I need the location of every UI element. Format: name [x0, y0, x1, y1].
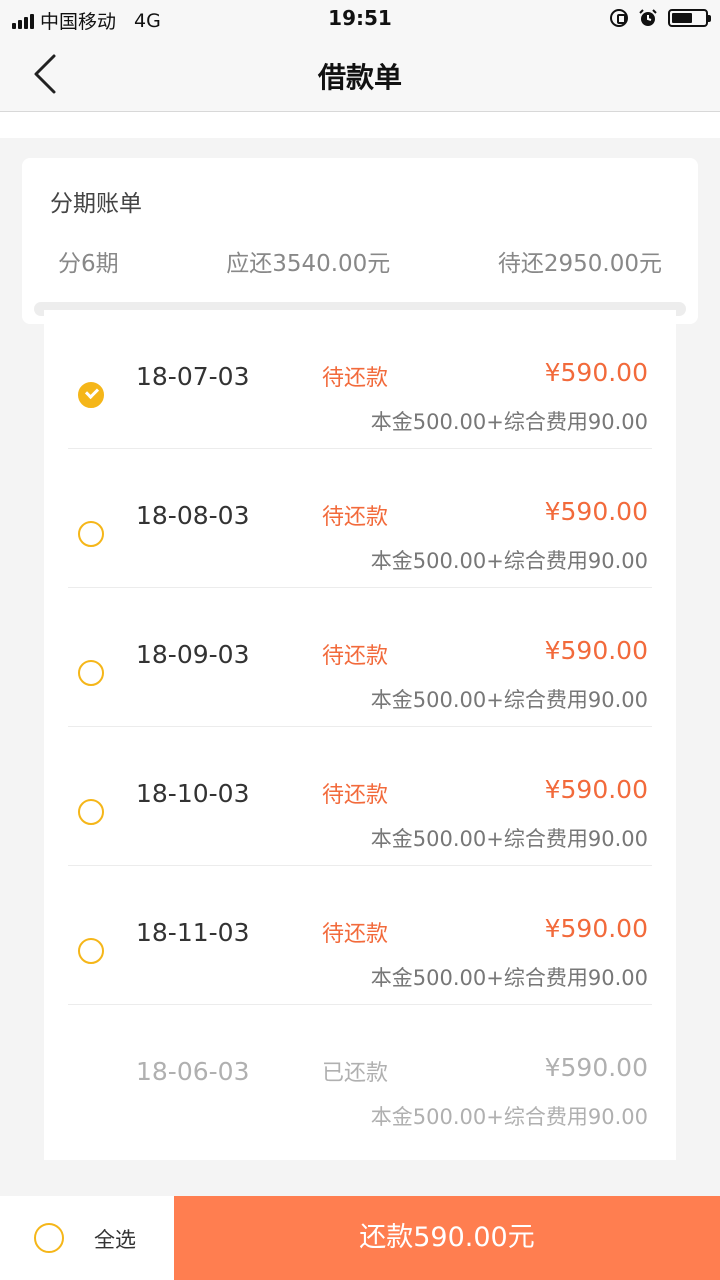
rotation-lock-icon [610, 9, 628, 27]
nav-bar: 借款单 [0, 38, 720, 112]
bill-status: 已还款 [322, 1061, 389, 1086]
bill-date: 18-09-03 [136, 640, 250, 669]
bill-detail: 本金500.00+综合费用90.00 [370, 410, 648, 434]
bill-amount: ¥590.00 [544, 636, 648, 665]
radio-icon[interactable] [78, 799, 104, 825]
remaining-due: 待还2950.00元 [497, 251, 662, 277]
summary-title: 分期账单 [50, 191, 142, 217]
bill-amount: ¥590.00 [544, 1053, 648, 1082]
bill-amount: ¥590.00 [544, 358, 648, 387]
total-due: 应还3540.00元 [226, 251, 391, 277]
pay-button[interactable]: 还款590.00元 [174, 1196, 720, 1280]
select-all-toggle[interactable]: 全选 [0, 1196, 174, 1280]
bill-status: 待还款 [322, 922, 389, 947]
bill-status: 待还款 [322, 783, 389, 808]
battery-icon [668, 9, 711, 27]
bill-amount: ¥590.00 [544, 775, 648, 804]
bill-status: 待还款 [322, 505, 389, 530]
summary-row: 分6期 应还3540.00元 待还2950.00元 [58, 244, 662, 278]
bill-status: 待还款 [322, 366, 389, 391]
radio-icon[interactable] [34, 1223, 64, 1253]
bill-date: 18-10-03 [136, 779, 250, 808]
status-bar: 中国移动 4G 19:51 [0, 0, 720, 38]
bottom-bar: 全选 还款590.00元 [0, 1196, 720, 1280]
bill-detail: 本金500.00+综合费用90.00 [370, 1105, 648, 1129]
select-all-label: 全选 [94, 1228, 136, 1252]
bill-amount: ¥590.00 [544, 914, 648, 943]
bill-item[interactable]: 18-07-03 待还款 ¥590.00 本金500.00+综合费用90.00 [44, 310, 676, 449]
bill-date: 18-07-03 [136, 362, 250, 391]
alarm-icon [639, 9, 657, 26]
bill-detail: 本金500.00+综合费用90.00 [370, 688, 648, 712]
installment-summary-card: 分期账单 分6期 应还3540.00元 待还2950.00元 [22, 158, 698, 324]
period-count: 分6期 [58, 251, 119, 277]
page-title: 借款单 [317, 61, 402, 94]
bill-item[interactable]: 18-08-03 待还款 ¥590.00 本金500.00+综合费用90.00 [44, 449, 676, 588]
radio-icon[interactable] [78, 660, 104, 686]
bill-date: 18-06-03 [136, 1057, 250, 1086]
status-right [610, 8, 711, 28]
bill-detail: 本金500.00+综合费用90.00 [370, 549, 648, 573]
bill-date: 18-08-03 [136, 501, 250, 530]
radio-icon[interactable] [78, 938, 104, 964]
header-gap [0, 112, 720, 138]
bill-status: 待还款 [322, 644, 389, 669]
bill-item[interactable]: 18-10-03 待还款 ¥590.00 本金500.00+综合费用90.00 [44, 727, 676, 866]
bill-date: 18-11-03 [136, 918, 250, 947]
bill-item-paid: 18-06-03 已还款 ¥590.00 本金500.00+综合费用90.00 [44, 1005, 676, 1144]
checked-radio-icon[interactable] [78, 382, 104, 408]
bill-item[interactable]: 18-09-03 待还款 ¥590.00 本金500.00+综合费用90.00 [44, 588, 676, 727]
bill-detail: 本金500.00+综合费用90.00 [370, 827, 648, 851]
bill-item[interactable]: 18-11-03 待还款 ¥590.00 本金500.00+综合费用90.00 [44, 866, 676, 1005]
radio-icon[interactable] [78, 521, 104, 547]
bill-detail: 本金500.00+综合费用90.00 [370, 966, 648, 990]
bill-amount: ¥590.00 [544, 497, 648, 526]
bill-list: 18-07-03 待还款 ¥590.00 本金500.00+综合费用90.00 … [44, 310, 676, 1160]
